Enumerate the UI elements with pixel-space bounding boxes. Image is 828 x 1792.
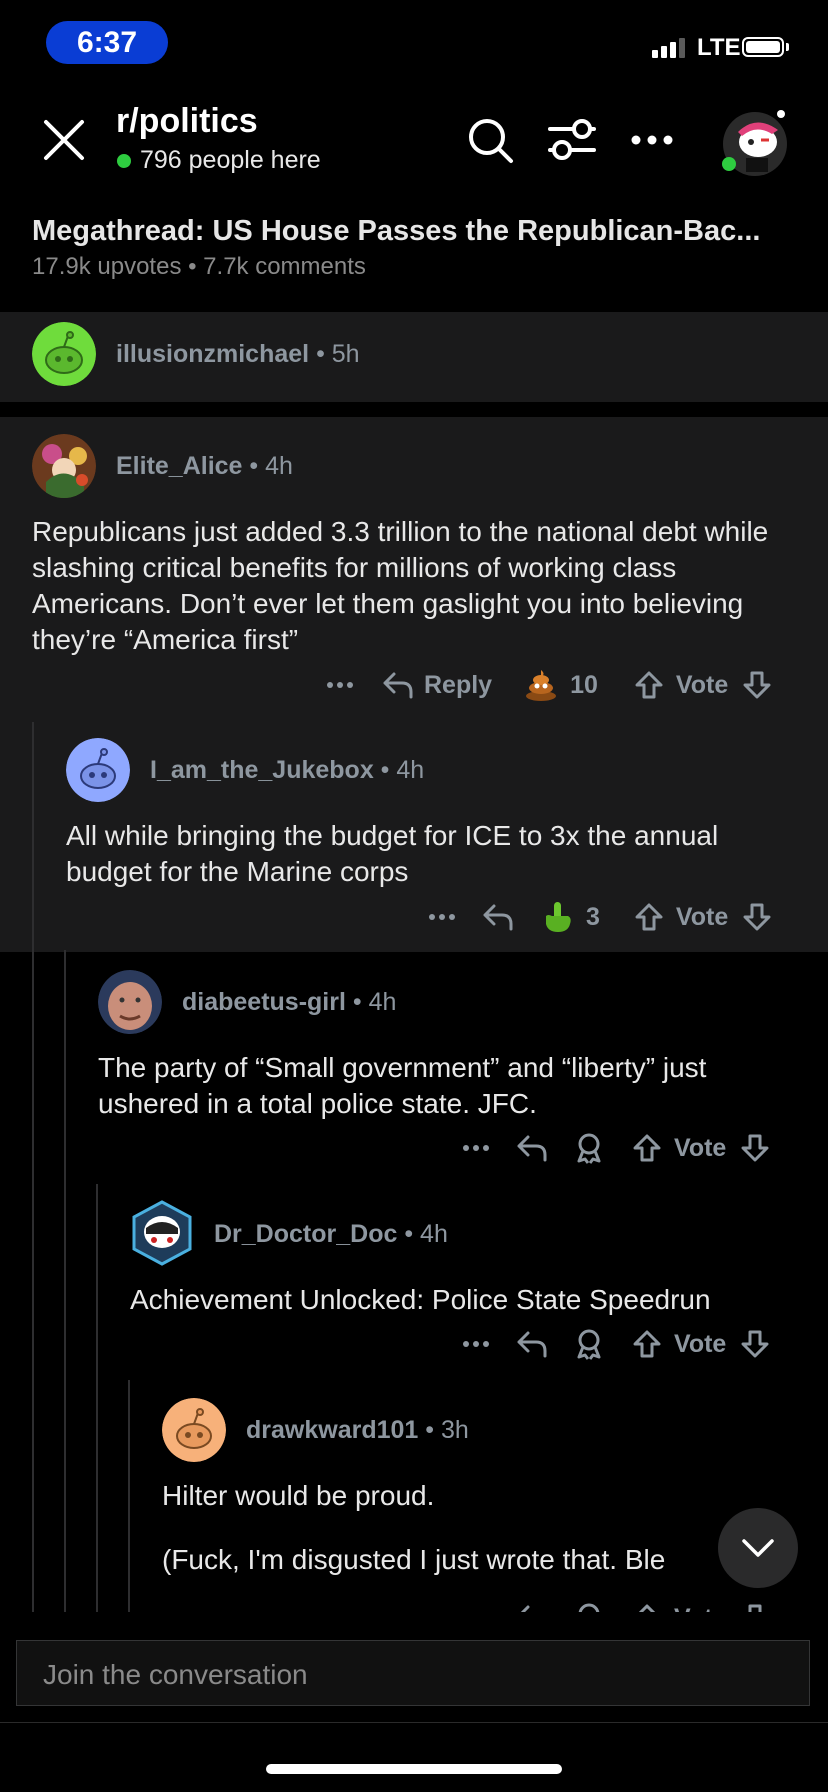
more-options-icon[interactable] bbox=[630, 134, 674, 146]
more-icon[interactable] bbox=[462, 1144, 490, 1152]
upvote-icon bbox=[638, 1604, 656, 1612]
avatar[interactable] bbox=[130, 1200, 194, 1266]
upvote-icon bbox=[635, 903, 663, 931]
subreddit-name[interactable]: r/politics bbox=[116, 102, 258, 141]
reply-icon bbox=[383, 672, 413, 699]
avatar[interactable] bbox=[66, 738, 130, 802]
post-meta: 17.9k upvotes • 7.7k comments bbox=[32, 253, 366, 280]
thread-line[interactable] bbox=[64, 950, 66, 1612]
avatar[interactable] bbox=[162, 1398, 226, 1462]
comment-body: Achievement Unlocked: Police State Speed… bbox=[130, 1284, 711, 1315]
award-icon[interactable] bbox=[574, 1328, 604, 1360]
reply-label: Reply bbox=[424, 670, 493, 699]
comment-body: All while bringing the budget for ICE to… bbox=[66, 820, 719, 887]
reply-icon[interactable] bbox=[516, 1604, 548, 1612]
downvote-button[interactable] bbox=[740, 1603, 770, 1612]
vote-label: Vote bbox=[674, 1133, 727, 1162]
vote-label: Vote bbox=[675, 902, 729, 931]
upvote-icon bbox=[633, 1134, 661, 1162]
comment-username[interactable]: drawkward101 • 3h bbox=[246, 1416, 469, 1445]
pointing-hand-award-icon bbox=[546, 902, 571, 932]
more-icon[interactable] bbox=[462, 1340, 490, 1348]
comment-body: The party of “Small government” and “lib… bbox=[98, 1052, 707, 1119]
thread-line[interactable] bbox=[128, 1380, 130, 1612]
downvote-button[interactable] bbox=[742, 902, 772, 932]
comment-body: Republicans just added 3.3 trillion to t… bbox=[32, 516, 769, 655]
downvote-icon bbox=[743, 903, 771, 931]
more-icon[interactable] bbox=[428, 913, 456, 921]
downvote-button[interactable] bbox=[740, 1329, 770, 1359]
user-avatar[interactable] bbox=[720, 110, 790, 176]
more-icon[interactable] bbox=[326, 681, 356, 689]
comment-username[interactable]: Elite_Alice • 4h bbox=[116, 452, 293, 481]
comment-username[interactable]: Dr_Doctor_Doc • 4h bbox=[214, 1220, 448, 1249]
avatar[interactable] bbox=[32, 434, 96, 498]
reply-icon[interactable] bbox=[516, 1330, 548, 1358]
battery-icon bbox=[742, 37, 784, 57]
chevron-down-icon bbox=[742, 1539, 774, 1557]
poop-award-icon bbox=[526, 670, 557, 701]
reply-button[interactable]: Reply bbox=[382, 671, 492, 700]
post-title[interactable]: Megathread: US House Passes the Republic… bbox=[32, 215, 760, 248]
home-indicator[interactable] bbox=[266, 1764, 562, 1774]
downvote-button[interactable] bbox=[740, 1133, 770, 1163]
downvote-icon bbox=[743, 671, 771, 699]
comment-actions: Vote bbox=[462, 1132, 770, 1164]
vote-label: Vote bbox=[675, 670, 729, 699]
avatar[interactable] bbox=[98, 970, 162, 1034]
scroll-down-button[interactable] bbox=[718, 1508, 798, 1588]
signal-icon bbox=[652, 38, 685, 58]
award-button[interactable]: 10 bbox=[524, 668, 598, 702]
comment-username[interactable]: diabeetus-girl • 4h bbox=[182, 988, 396, 1017]
thread-line[interactable] bbox=[96, 1184, 98, 1612]
upvote-button[interactable] bbox=[632, 1133, 662, 1163]
award-count: 10 bbox=[570, 670, 598, 699]
award-icon[interactable] bbox=[574, 1602, 604, 1612]
battery-tip bbox=[786, 43, 789, 51]
comment-actions: 3 Vote bbox=[428, 900, 772, 934]
vote-label: Vote bbox=[674, 1604, 726, 1613]
downvote-icon bbox=[741, 1330, 769, 1358]
divider bbox=[0, 1722, 828, 1723]
composer-placeholder: Join the conversation bbox=[43, 1659, 308, 1690]
filter-icon[interactable] bbox=[548, 118, 596, 162]
close-icon[interactable] bbox=[42, 118, 86, 162]
upvote-button[interactable] bbox=[632, 1329, 662, 1359]
comment-body: Hilter would be proud. bbox=[162, 1480, 435, 1511]
status-time: 6:37 bbox=[46, 21, 168, 64]
comment-username[interactable]: illusionzmichael • 5h bbox=[116, 340, 360, 369]
comment-username[interactable]: I_am_the_Jukebox • 4h bbox=[150, 756, 424, 785]
downvote-icon bbox=[748, 1604, 762, 1612]
online-count: 796 people here bbox=[140, 146, 321, 174]
award-icon[interactable] bbox=[574, 1132, 604, 1164]
network-type: LTE bbox=[697, 34, 741, 61]
downvote-icon bbox=[741, 1134, 769, 1162]
upvote-icon bbox=[635, 671, 663, 699]
comment-actions: Vote bbox=[462, 1328, 770, 1360]
upvote-icon bbox=[633, 1330, 661, 1358]
reply-icon[interactable] bbox=[516, 1134, 548, 1162]
thread-line[interactable] bbox=[32, 722, 34, 1612]
comment-actions: Reply 10 Vote bbox=[326, 668, 772, 702]
search-icon[interactable] bbox=[466, 116, 514, 164]
clipped-actions: Vote bbox=[0, 1596, 828, 1612]
upvote-button[interactable] bbox=[634, 670, 664, 700]
award-button[interactable]: 3 bbox=[540, 900, 600, 934]
avatar[interactable] bbox=[32, 322, 96, 386]
online-dot bbox=[117, 154, 131, 168]
upvote-button[interactable] bbox=[634, 902, 664, 932]
downvote-button[interactable] bbox=[742, 670, 772, 700]
join-conversation-input[interactable]: Join the conversation bbox=[16, 1640, 810, 1706]
comment-body-continued: (Fuck, I'm disgusted I just wrote that. … bbox=[162, 1544, 666, 1575]
reply-icon[interactable] bbox=[482, 903, 514, 931]
vote-label: Vote bbox=[674, 1329, 727, 1358]
upvote-button[interactable] bbox=[632, 1603, 662, 1612]
award-count: 3 bbox=[586, 902, 600, 931]
